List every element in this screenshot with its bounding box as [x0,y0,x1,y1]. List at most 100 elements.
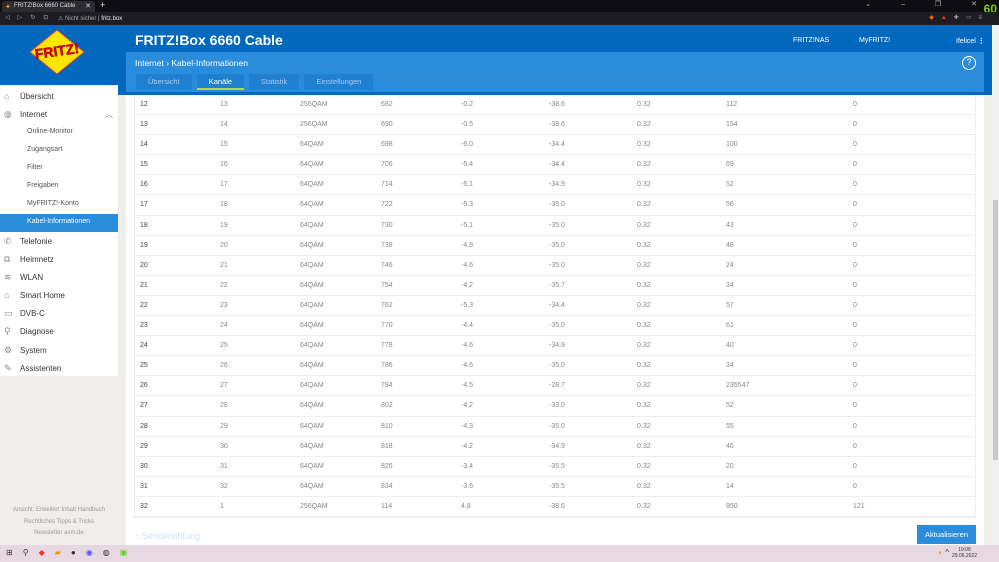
footer-link[interactable]: Ansicht: Erweitert [13,507,60,513]
tab-statistik[interactable]: Statistik [249,74,300,90]
sidebar-item[interactable]: Zugangsart [0,142,118,160]
table-cell: 121 [853,502,865,510]
table-cell: -34.9 [549,342,565,350]
taskbar-apps[interactable]: ⊞⚲◆▰●◉◍▣ [6,548,137,557]
table-row: 26 27 64QAM 794 -4.5 -28.7 0.32 235547 0 [135,376,975,397]
table-cell: 256QAM [300,101,328,108]
table-cell: 0 [853,121,857,129]
table-cell: 34 [726,362,734,370]
sidebar-item[interactable]: Online-Monitor [0,124,118,142]
new-tab-button[interactable]: + [100,0,105,10]
table-cell: 698 [381,141,393,149]
table-cell: -4.6 [461,362,474,370]
sidebar-item[interactable]: ▭ DVB-C [0,305,118,323]
sidebar-item[interactable]: ≋ WLAN [0,269,118,287]
sidebar-item-label: System [20,346,47,355]
footer-link[interactable]: Inhalt [61,507,76,513]
sidebar-item[interactable]: Freigaben [0,178,118,196]
window-controls[interactable]: ⌄ – ❐ ✕ [865,0,991,8]
table-row: 14 15 64QAM 698 -6.0 -34.4 0.32 100 0 [135,135,975,156]
footer-link[interactable]: Tipps & Tricks [57,519,94,525]
table-cell: 64QAM [300,462,324,470]
sidebar-item-label: Kabel-Informationen [27,218,91,225]
table-cell: 30 [220,442,228,450]
table-cell: 0 [853,402,857,410]
sidebar-item[interactable]: Filter [0,160,118,178]
table-cell: 14 [726,482,734,490]
sidebar-item[interactable]: ✎ Assistenten [0,360,118,378]
table-cell: 64QAM [300,221,324,229]
sidebar-item[interactable]: ⧉ Heimnetz [0,251,118,269]
help-icon[interactable]: ? [962,56,976,70]
more-icon[interactable]: ⋮ [978,38,985,45]
table-cell: 778 [381,342,393,350]
table-cell: 0 [853,221,857,229]
table-row: 27 28 64QAM 802 -4.2 -33.0 0.32 52 0 [135,396,975,417]
table-cell: 64QAM [300,161,324,169]
table-cell: -34.4 [549,141,565,149]
sidebar-item[interactable]: ⌂ Smart Home [0,287,118,305]
table-cell: 256QAM [300,502,328,510]
close-tab-icon[interactable]: ✕ [85,2,91,10]
table-cell: -4.5 [461,382,474,390]
table-cell: 48 [726,241,734,249]
nav-buttons[interactable]: ◁▷↻⊡ [5,14,56,21]
table-cell: 64QAM [300,201,324,209]
table-cell: 16 [220,161,228,169]
table-cell: -34.9 [549,181,565,189]
table-cell: 0 [853,281,857,289]
sidebar-item[interactable]: ⚙ System [0,342,118,360]
url-field[interactable]: ⚠ Nicht sicher | fritz.box [58,15,122,22]
browser-tab[interactable]: ✦ FRITZ!Box 6660 Cable ✕ [2,1,95,12]
table-cell: 714 [381,181,393,189]
clock-date: 29.06.2022 [951,553,977,559]
table-cell: 21 [220,261,228,269]
table-cell: -4.6 [461,342,474,350]
table-cell: -38.6 [549,121,565,129]
extension-icons[interactable]: ◆▲✚▭≡ [929,14,989,21]
fritz-nas-link[interactable]: FRITZ!NAS [793,37,829,44]
sidebar-item[interactable]: ✆ Telefonie [0,233,118,251]
tab-kanaele[interactable]: Kanäle [196,74,245,90]
sidebar-item-label: Filter [27,164,43,171]
footer-link[interactable]: Newsletter [34,530,62,536]
sidebar-item[interactable]: MyFRITZ!-Konto [0,196,118,214]
sidebar-item[interactable]: Kabel-Informationen [0,214,118,232]
table-cell: -38.6 [549,101,565,108]
sidebar-item[interactable]: ◍ Internet ︿ [0,106,118,124]
table-cell: 0.32 [637,221,651,229]
scrollbar[interactable] [992,25,999,545]
chevron-up-icon[interactable]: ︿ [105,109,113,120]
tab-einstellungen[interactable]: Einstellungen [304,74,374,90]
sidebar-item[interactable]: ⚲ Diagnose [0,323,118,341]
table-cell: 0.32 [637,342,651,350]
table-cell: 25 [140,362,148,370]
table-cell: 256QAM [300,121,328,129]
myfritz-link[interactable]: MyFRITZ! [859,37,890,44]
tab-uebersicht[interactable]: Übersicht [136,74,192,90]
footer-link[interactable]: Rechtliches [24,519,55,525]
sidebar-item[interactable]: ⌂ Übersicht [0,88,118,106]
table-cell: -38.6 [549,502,565,510]
table-cell: 690 [381,121,393,129]
table-cell: -4.2 [461,442,474,450]
table-cell: 64QAM [300,382,324,390]
refresh-button[interactable]: Aktualisieren [917,525,976,544]
wizard-icon: ✎ [4,363,12,373]
tray-icons[interactable]: ◐ ^ [938,548,949,557]
sidebar-item-label: DVB-C [20,309,45,318]
breadcrumb-internet[interactable]: Internet [135,58,164,68]
scrollbar-thumb[interactable] [993,200,998,460]
clock[interactable]: 19:08 29.06.2022 [952,547,977,559]
tab-bar: Übersicht Kanäle Statistik Einstellungen [136,74,374,90]
user-menu[interactable]: Ifelicel ⋮ [956,37,985,45]
table-cell: -35.0 [549,241,565,249]
table-cell: 56 [726,201,734,209]
network-icon: ⧉ [4,254,11,264]
table-row: 12 13 256QAM 682 -0.2 -38.6 0.32 112 0 [135,95,975,116]
table-cell: 0 [853,322,857,330]
footer-link[interactable]: avm.de [64,530,84,536]
footer-link[interactable]: Handbuch [78,507,105,513]
table-cell: 0.32 [637,281,651,289]
table-cell: 235547 [726,382,750,390]
